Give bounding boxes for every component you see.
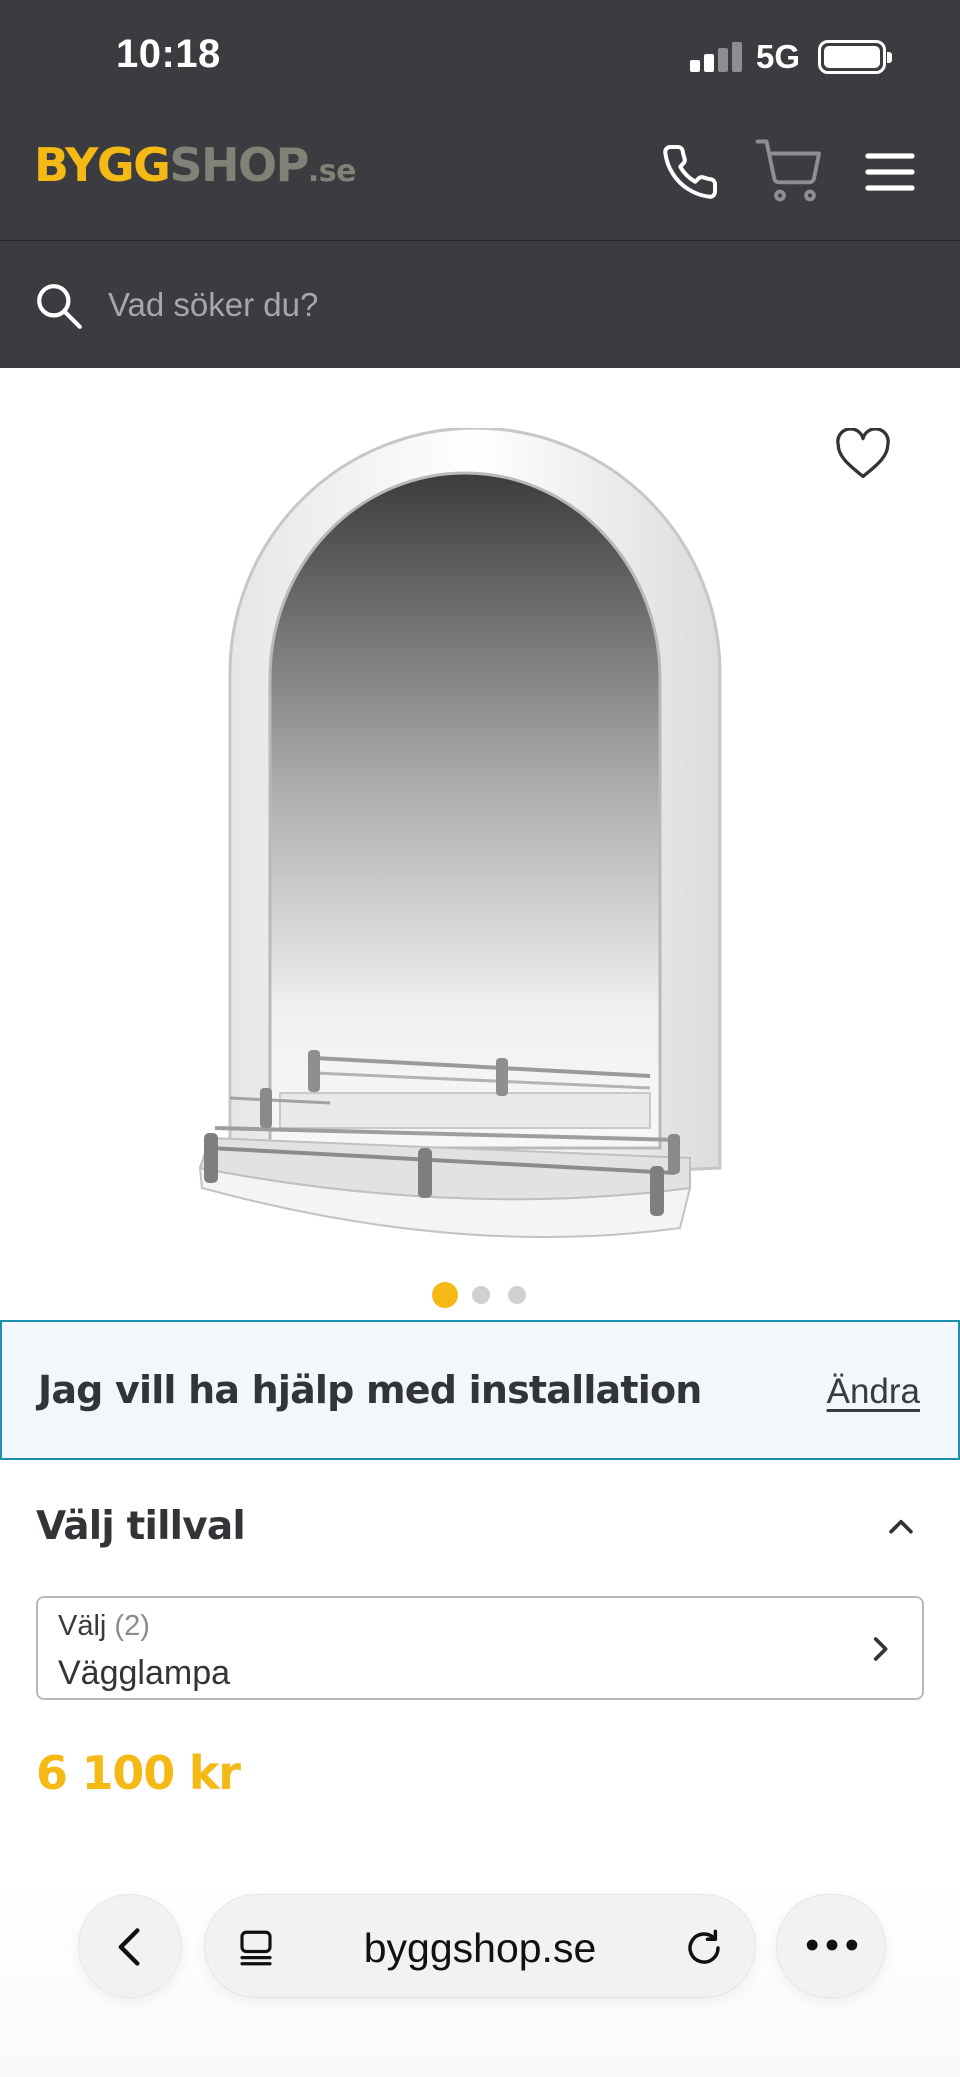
chevron-left-icon [118, 1928, 140, 1966]
select-value: Vägglampa [58, 1654, 231, 1692]
site-logo[interactable]: BYGGSHOP.se [34, 142, 356, 195]
logo-part-bygg: BYGG [34, 138, 171, 192]
search-input[interactable] [108, 275, 908, 335]
browser-url: byggshop.se [363, 1925, 597, 1971]
cart-icon [755, 139, 821, 202]
menu-icon [865, 153, 915, 191]
network-label: 5G [756, 38, 801, 75]
signal-icon [690, 40, 742, 72]
gallery-dot-3[interactable] [508, 1286, 526, 1304]
menu-button[interactable] [864, 150, 916, 194]
browser-more-button[interactable] [776, 1894, 886, 1998]
search-bar [0, 240, 960, 368]
reload-icon[interactable] [683, 1927, 725, 1969]
heart-icon [836, 428, 890, 479]
more-icon [806, 1939, 858, 1951]
logo-part-se: .se [307, 154, 357, 189]
status-time: 10:18 [116, 32, 221, 76]
favorite-button[interactable] [834, 428, 892, 480]
chevron-right-icon [873, 1637, 888, 1661]
phone-icon [663, 144, 718, 199]
change-link[interactable]: Ändra [827, 1372, 920, 1412]
browser-address-bar[interactable]: byggshop.se [204, 1894, 756, 1998]
addon-select[interactable]: Välj (2) Vägglampa [36, 1596, 924, 1700]
select-label-text: Välj [58, 1610, 107, 1642]
browser-toolbar: byggshop.se [0, 1880, 960, 2077]
browser-back-button[interactable] [78, 1894, 182, 1998]
chevron-up-icon [889, 1519, 913, 1534]
site-header: 10:18 5G BYGGSHOP.se [0, 0, 960, 240]
gallery-dot-2[interactable] [472, 1286, 490, 1304]
product-image-mirror [198, 428, 722, 1238]
product-price: 6 100 kr [36, 1746, 241, 1800]
installation-help-banner: Jag vill ha hjälp med installation Ändra [0, 1320, 960, 1460]
collapse-options-button[interactable] [884, 1514, 918, 1538]
product-page: 10:18 5G BYGGSHOP.se Vad söker du? Jag v… [0, 0, 960, 2077]
search-icon [37, 284, 82, 329]
phone-button[interactable] [660, 142, 720, 202]
logo-part-shop: SHOP [169, 138, 309, 192]
select-count: (2) [114, 1610, 150, 1642]
gallery-dot-1[interactable] [432, 1282, 458, 1308]
options-title: Välj tillval [36, 1504, 246, 1549]
cart-button[interactable] [752, 134, 826, 206]
battery-icon [818, 40, 892, 74]
select-label: Välj (2) [58, 1610, 150, 1643]
installation-help-text: Jag vill ha hjälp med installation [38, 1368, 702, 1412]
gallery-pagination [0, 1280, 960, 1310]
